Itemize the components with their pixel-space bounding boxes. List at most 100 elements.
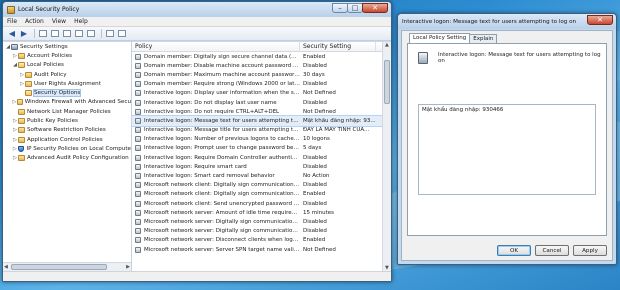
tree-item[interactable]: ▷ Software Restriction Policies — [3, 126, 131, 135]
policy-row[interactable]: Microsoft network server: Server SPN tar… — [132, 245, 391, 254]
policy-row[interactable]: Domain member: Disable machine account p… — [132, 61, 391, 70]
policy-row[interactable]: Interactive logon: Message text for user… — [132, 115, 391, 127]
dialog-close-button[interactable]: ✕ — [587, 15, 613, 25]
tree-item[interactable]: ▷ Public Key Policies — [3, 116, 131, 125]
forward-button[interactable]: ▶ — [19, 29, 29, 38]
policy-rows: Domain member: Digitally sign secure cha… — [132, 52, 391, 254]
policy-row[interactable]: Interactive logon: Display user informat… — [132, 89, 391, 98]
vertical-scrollbar[interactable]: ▲ ▼ — [382, 42, 391, 271]
up-folder-button[interactable] — [38, 29, 48, 38]
menu-view[interactable]: View — [52, 18, 66, 25]
tab-local-policy-setting[interactable]: Local Policy Setting — [409, 33, 471, 43]
tab-explain[interactable]: Explain — [469, 34, 498, 43]
export-list-button[interactable] — [86, 29, 96, 38]
menu-help[interactable]: Help — [74, 18, 88, 25]
policy-row[interactable]: Domain member: Maximum machine account p… — [132, 70, 391, 79]
folder-icon — [18, 136, 25, 143]
ok-button[interactable]: OK — [497, 245, 531, 256]
policy-cell: Interactive logon: Smart card removal be… — [132, 173, 300, 180]
policy-row[interactable]: Interactive logon: Smart card removal be… — [132, 171, 391, 180]
tree-item[interactable]: Network List Manager Policies — [3, 107, 131, 116]
show-hide-tree-button[interactable] — [50, 29, 60, 38]
policy-row[interactable]: Interactive logon: Require Domain Contro… — [132, 153, 391, 162]
apply-button[interactable]: Apply — [573, 245, 607, 256]
delete-button[interactable] — [62, 29, 72, 38]
policy-name: Interactive logon: Require Domain Contro… — [144, 154, 300, 161]
policy-icon — [135, 173, 141, 180]
policy-row[interactable]: Microsoft network server: Amount of idle… — [132, 208, 391, 217]
policy-icon — [135, 62, 141, 69]
security-setting-value: Not Defined — [303, 246, 336, 253]
policy-row[interactable]: Microsoft network server: Disconnect cli… — [132, 236, 391, 245]
policy-cell: Microsoft network client: Digitally sign… — [132, 182, 300, 189]
maximize-button[interactable]: □ — [347, 3, 363, 13]
tree-item[interactable]: ▷ User Rights Assignment — [3, 79, 131, 88]
dialog-titlebar[interactable]: Interactive logon: Message text for user… — [398, 14, 616, 29]
tree-item[interactable]: ▷ Application Control Policies — [3, 135, 131, 144]
tree-item[interactable]: ▷ Audit Policy — [3, 70, 131, 79]
policy-row[interactable]: Interactive logon: Require smart card Dis… — [132, 162, 391, 171]
policy-name: Microsoft network server: Amount of idle… — [144, 209, 300, 216]
policy-cell: Interactive logon: Require Domain Contro… — [132, 154, 300, 161]
policy-icon — [135, 200, 141, 207]
security-setting-value: Disabled — [303, 62, 327, 69]
policy-row[interactable]: Domain member: Digitally sign secure cha… — [132, 52, 391, 61]
minimize-button[interactable]: – — [332, 3, 348, 13]
console-content: ◢ Security Settings ▷ Account Policies ◢ Loca… — [3, 42, 391, 271]
tree-item[interactable]: ▷ Windows Firewall with Advanced Secu — [3, 98, 131, 107]
policy-cell: Microsoft network server: Amount of idle… — [132, 209, 300, 216]
tree-item[interactable]: ◢ Local Policies — [3, 61, 131, 70]
close-button[interactable]: ✕ — [362, 3, 388, 13]
tree-item[interactable]: ▷ Account Policies — [3, 51, 131, 60]
message-text-value: Mật khẩu đăng nhập: 930466 — [422, 107, 504, 113]
console-tree: ◢ Security Settings ▷ Account Policies ◢ Loca… — [3, 42, 132, 271]
policy-icon — [135, 117, 141, 124]
scrollbar-thumb[interactable] — [11, 264, 107, 270]
folder-icon — [18, 118, 25, 125]
policy-row[interactable]: Microsoft network client: Digitally sign… — [132, 190, 391, 199]
shield-icon — [17, 145, 25, 152]
scroll-left-icon[interactable]: ◀ — [4, 264, 8, 270]
column-header-policy[interactable]: Policy — [132, 42, 300, 51]
tree-item-label: User Rights Assignment — [34, 80, 101, 87]
tree-item[interactable]: Security Options — [3, 88, 131, 98]
scroll-right-icon[interactable]: ▶ — [126, 264, 130, 270]
tree-horizontal-scrollbar[interactable]: ◀ ▶ — [3, 262, 131, 271]
policy-name: Microsoft network server: Server SPN tar… — [144, 246, 300, 253]
policy-row[interactable]: Interactive logon: Prompt user to change… — [132, 144, 391, 153]
cancel-button[interactable]: Cancel — [535, 245, 569, 256]
help-button[interactable] — [105, 29, 115, 38]
window-titlebar[interactable]: Local Security Policy – □ ✕ — [3, 2, 391, 17]
action-pane-button[interactable] — [117, 29, 127, 38]
tree-item[interactable]: ▷ Advanced Audit Policy Configuration — [3, 154, 131, 163]
policy-row[interactable]: Microsoft network client: Send unencrypt… — [132, 199, 391, 208]
scroll-up-icon[interactable]: ▲ — [385, 42, 389, 48]
security-setting-value: Disabled — [303, 200, 327, 207]
expand-arrow-icon[interactable]: ▷ — [12, 146, 18, 152]
policy-row[interactable]: Interactive logon: Do not require CTRL+A… — [132, 107, 391, 116]
security-setting-value: No Action — [303, 173, 330, 180]
policy-row[interactable]: Interactive logon: Message title for use… — [132, 126, 391, 135]
properties-button[interactable] — [74, 29, 84, 38]
security-setting-value: Disabled — [303, 99, 327, 106]
policy-row[interactable]: Domain member: Require strong (Windows 2… — [132, 80, 391, 89]
policy-icon — [135, 108, 141, 115]
policy-row[interactable]: Interactive logon: Number of previous lo… — [132, 135, 391, 144]
security-setting-value: 5 days — [303, 145, 322, 152]
back-button[interactable]: ◀ — [7, 29, 17, 38]
policy-icon — [135, 209, 141, 216]
security-setting-value: 30 days — [303, 71, 325, 78]
scrollbar-thumb[interactable] — [384, 60, 390, 104]
policy-row[interactable]: Microsoft network server: Digitally sign… — [132, 227, 391, 236]
security-setting-value: Enabled — [303, 191, 326, 198]
column-header-security-setting[interactable]: Security Setting — [300, 42, 376, 51]
policy-row[interactable]: Microsoft network server: Digitally sign… — [132, 217, 391, 226]
message-text-field[interactable]: Mật khẩu đăng nhập: 930466 — [418, 104, 596, 195]
policy-row[interactable]: Microsoft network client: Digitally sign… — [132, 181, 391, 190]
menu-action[interactable]: Action — [25, 18, 44, 25]
tree-item[interactable]: ▷ IP Security Policies on Local Compute — [3, 144, 131, 153]
policy-row[interactable]: Interactive logon: Do not display last u… — [132, 98, 391, 107]
menu-file[interactable]: File — [7, 18, 17, 25]
tree-item[interactable]: ◢ Security Settings — [3, 42, 131, 51]
security-setting-value: Mật khẩu đăng nhập: 93... — [303, 117, 376, 124]
